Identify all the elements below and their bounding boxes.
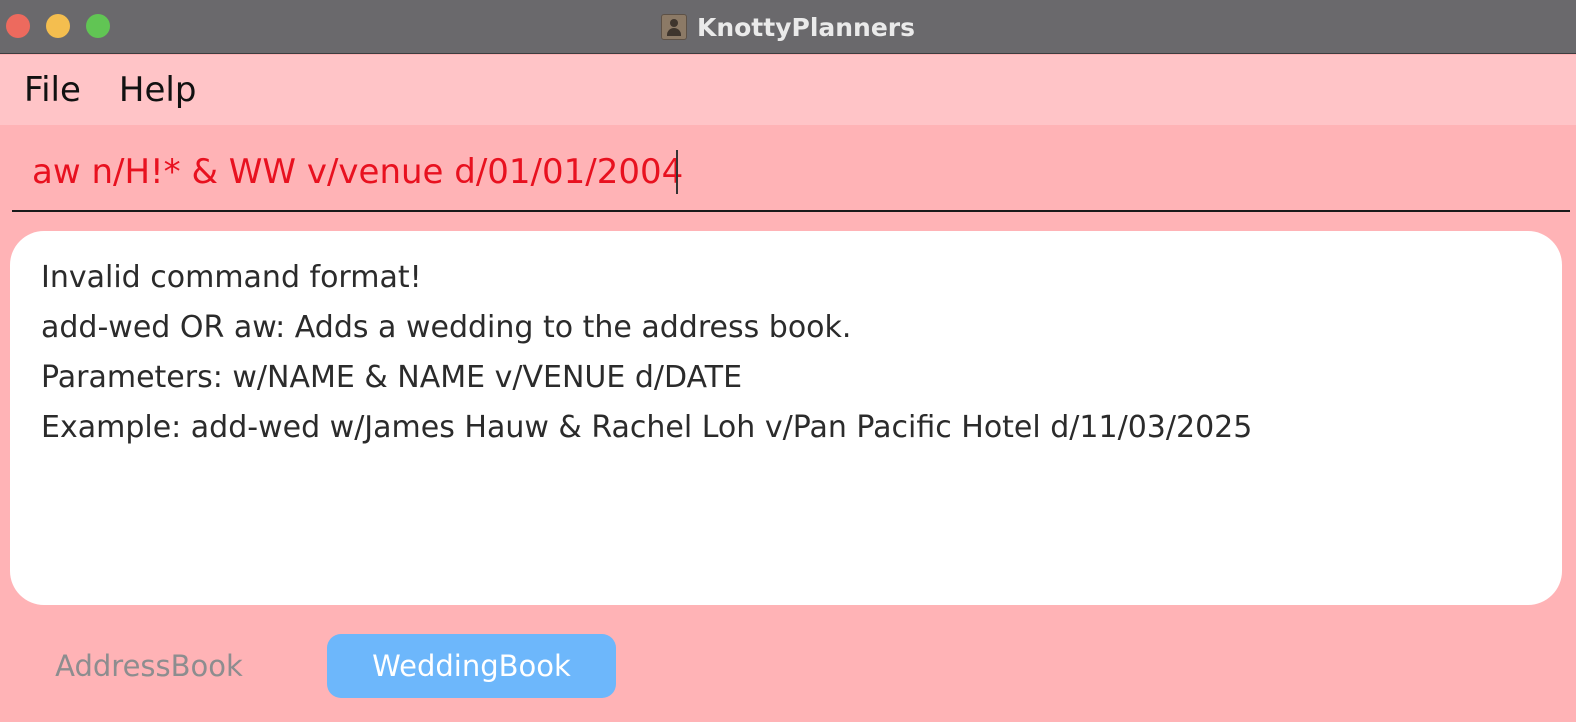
result-line-error: Invalid command format! (41, 260, 422, 295)
command-input[interactable] (12, 144, 1570, 200)
window-title: KnottyPlanners (696, 12, 916, 42)
menu-bar: File Help (0, 55, 1576, 125)
book-tab-bar: AddressBook WeddingBook (0, 634, 1576, 698)
window-title-group: KnottyPlanners (0, 0, 1576, 54)
menu-help[interactable]: Help (119, 70, 197, 110)
tab-weddingbook[interactable]: WeddingBook (327, 634, 616, 698)
menu-file[interactable]: File (24, 70, 81, 110)
app-contact-icon (660, 14, 687, 40)
window-titlebar: KnottyPlanners (0, 0, 1576, 54)
command-box (12, 132, 1570, 212)
text-caret (676, 150, 678, 194)
result-line-parameters: Parameters: w/NAME & NAME v/VENUE d/DATE (41, 360, 743, 395)
result-line-usage: add-wed OR aw: Adds a wedding to the add… (41, 310, 852, 345)
result-display: Invalid command format! add-wed OR aw: A… (10, 231, 1562, 605)
result-line-example: Example: add-wed w/James Hauw & Rachel L… (41, 410, 1253, 445)
tab-addressbook[interactable]: AddressBook (28, 634, 270, 698)
